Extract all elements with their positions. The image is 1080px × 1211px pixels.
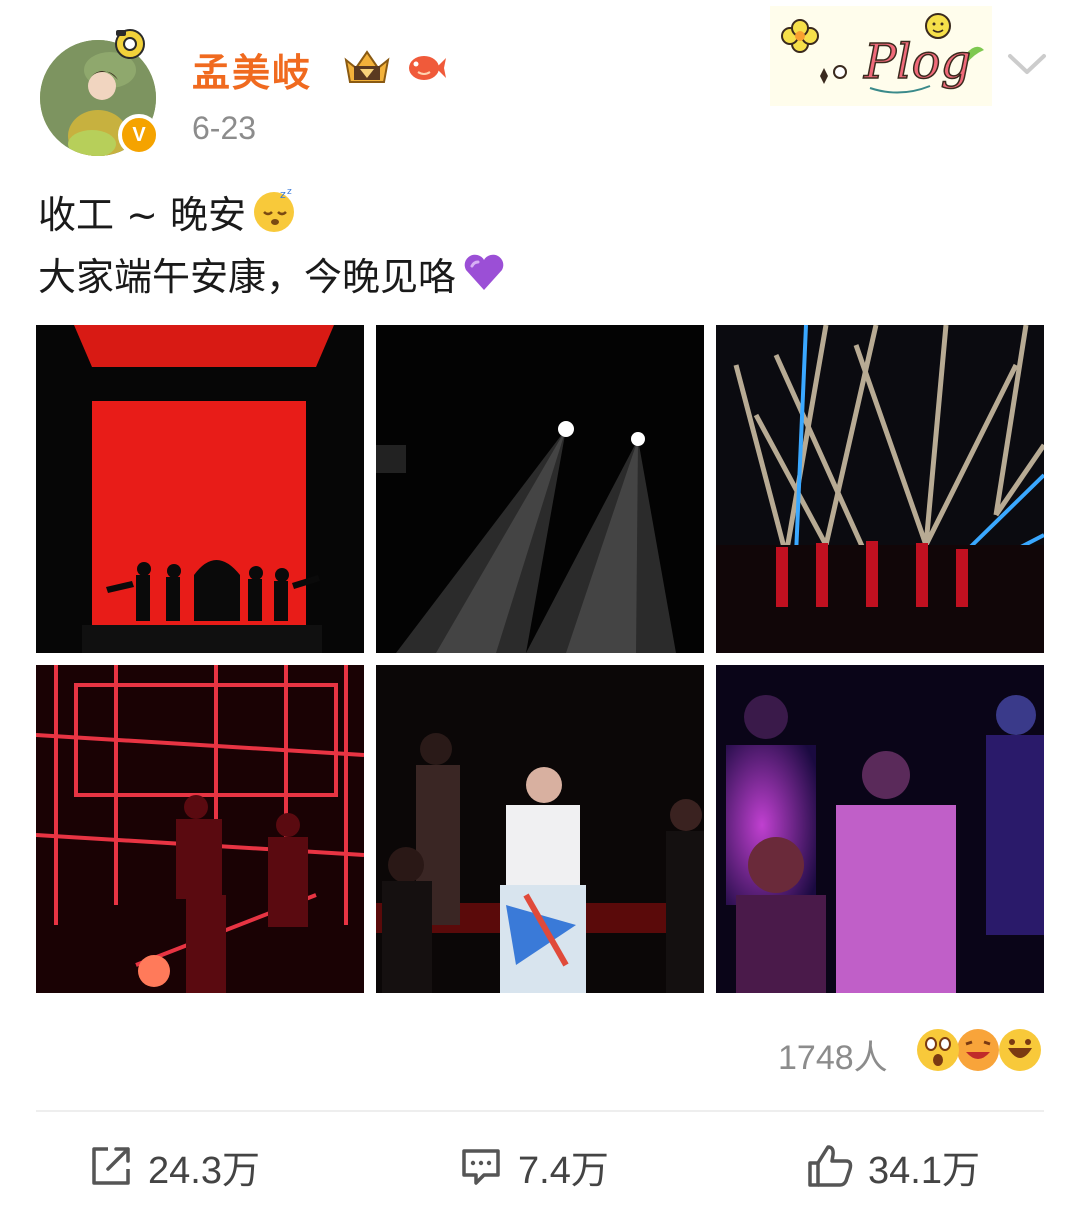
- sleeping-face-icon: z z: [254, 187, 294, 232]
- reaction-emojis[interactable]: [914, 1024, 1044, 1076]
- svg-text:z: z: [287, 187, 292, 197]
- purple-heart-icon: [464, 254, 504, 290]
- comment-button[interactable]: 7.4万: [458, 1138, 609, 1194]
- post-photo-6[interactable]: [716, 665, 1044, 993]
- plog-text: Plog: [863, 34, 971, 90]
- repost-count: 24.3万: [148, 1149, 260, 1192]
- thumbs-up-icon: [808, 1145, 853, 1187]
- comment-count: 7.4万: [518, 1149, 609, 1192]
- divider: [36, 1110, 1044, 1112]
- shocked-face-icon: [917, 1029, 959, 1071]
- post-date: 6-23: [192, 110, 257, 146]
- post-text-line-2: 大家端午安康，今晚见咯: [38, 246, 508, 301]
- post-photo-1[interactable]: [36, 325, 364, 653]
- chevron-down-icon[interactable]: [1004, 50, 1050, 80]
- post-photo-2[interactable]: [376, 325, 704, 653]
- camera-sticker-icon: [115, 29, 145, 59]
- laughing-face-icon: [957, 1029, 999, 1071]
- post-text-1: 收工 ~ 晚安: [38, 193, 246, 237]
- post-photo-4[interactable]: [36, 665, 364, 993]
- verified-v-icon: V: [132, 123, 146, 146]
- reaction-count[interactable]: 1748人: [778, 1030, 888, 1079]
- like-count: 34.1万: [868, 1149, 980, 1192]
- koi-fish-icon[interactable]: [404, 44, 448, 88]
- surprised-face-icon: [999, 1029, 1041, 1071]
- repost-button[interactable]: 24.3万: [88, 1138, 260, 1194]
- comment-icon: [462, 1149, 500, 1185]
- post-photo-5[interactable]: [376, 665, 704, 993]
- plog-sticker: Plog: [770, 6, 992, 106]
- verified-badge: V: [118, 114, 160, 156]
- post-photo-3[interactable]: [716, 325, 1044, 653]
- post-text-2: 大家端午安康，今晚见咯: [38, 255, 457, 299]
- like-button[interactable]: 34.1万: [806, 1138, 980, 1194]
- crown-icon[interactable]: [340, 44, 394, 88]
- share-arrow-icon: [92, 1147, 130, 1185]
- post-text-line-1: 收工 ~ 晚安 z z: [38, 184, 298, 239]
- svg-text:z: z: [280, 188, 286, 201]
- username[interactable]: 孟美岐: [192, 42, 312, 97]
